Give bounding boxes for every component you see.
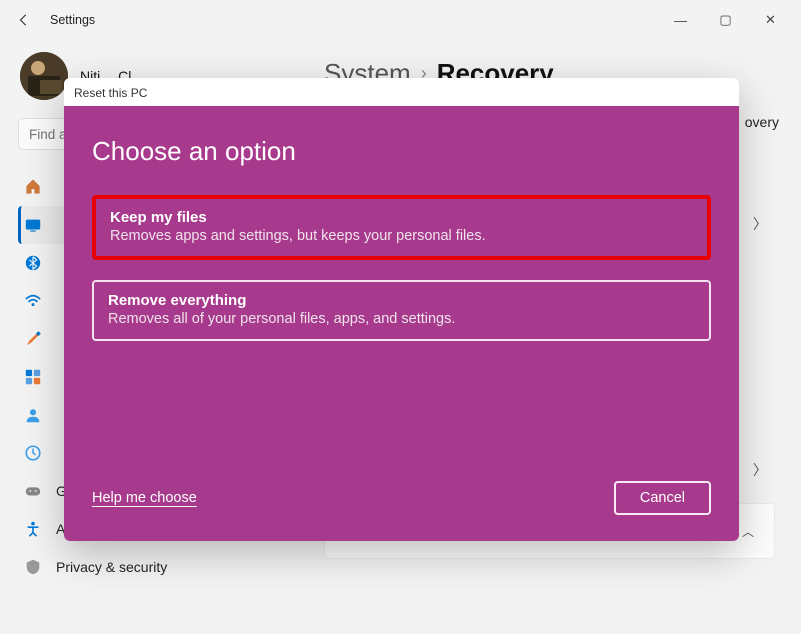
paintbrush-icon bbox=[24, 330, 42, 348]
chevron-right-icon[interactable]: 〉 bbox=[753, 460, 767, 480]
accounts-icon bbox=[24, 406, 42, 424]
home-icon bbox=[24, 178, 42, 196]
breadcrumb-tail: overy bbox=[745, 114, 779, 130]
option-description: Removes apps and settings, but keeps you… bbox=[110, 228, 693, 244]
system-icon bbox=[24, 216, 42, 234]
dialog-heading: Choose an option bbox=[92, 136, 711, 167]
gaming-icon bbox=[24, 482, 42, 500]
titlebar: Settings — ▢ ✕ bbox=[0, 0, 801, 40]
apps-icon bbox=[24, 368, 42, 386]
accessibility-icon bbox=[24, 520, 42, 538]
back-button[interactable] bbox=[8, 4, 40, 36]
dialog-footer: Help me choose Cancel bbox=[92, 481, 711, 515]
option-description: Removes all of your personal files, apps… bbox=[108, 311, 695, 327]
minimize-button[interactable]: — bbox=[658, 5, 703, 35]
bluetooth-icon bbox=[24, 254, 42, 272]
window-title: Settings bbox=[50, 13, 95, 27]
option-keep-my-files[interactable]: Keep my files Removes apps and settings,… bbox=[92, 195, 711, 260]
option-title: Remove everything bbox=[108, 292, 695, 309]
chevron-up-icon: ︿ bbox=[742, 523, 754, 540]
cancel-button[interactable]: Cancel bbox=[614, 481, 711, 515]
window-controls: — ▢ ✕ bbox=[658, 5, 793, 35]
reset-pc-dialog: Reset this PC Choose an option Keep my f… bbox=[64, 78, 739, 541]
help-me-choose-link[interactable]: Help me choose bbox=[92, 490, 197, 506]
avatar bbox=[20, 52, 68, 100]
time-icon bbox=[24, 444, 42, 462]
chevron-right-icon[interactable]: 〉 bbox=[753, 214, 767, 234]
nav-label: Privacy & security bbox=[56, 559, 167, 575]
dialog-body: Choose an option Keep my files Removes a… bbox=[64, 106, 739, 541]
maximize-button[interactable]: ▢ bbox=[703, 5, 748, 35]
nav-privacy[interactable]: Privacy & security bbox=[18, 548, 300, 586]
network-icon bbox=[24, 292, 42, 310]
option-title: Keep my files bbox=[110, 209, 693, 226]
close-button[interactable]: ✕ bbox=[748, 5, 793, 35]
shield-icon bbox=[24, 558, 42, 576]
option-remove-everything[interactable]: Remove everything Removes all of your pe… bbox=[92, 280, 711, 341]
dialog-title: Reset this PC bbox=[64, 78, 739, 106]
